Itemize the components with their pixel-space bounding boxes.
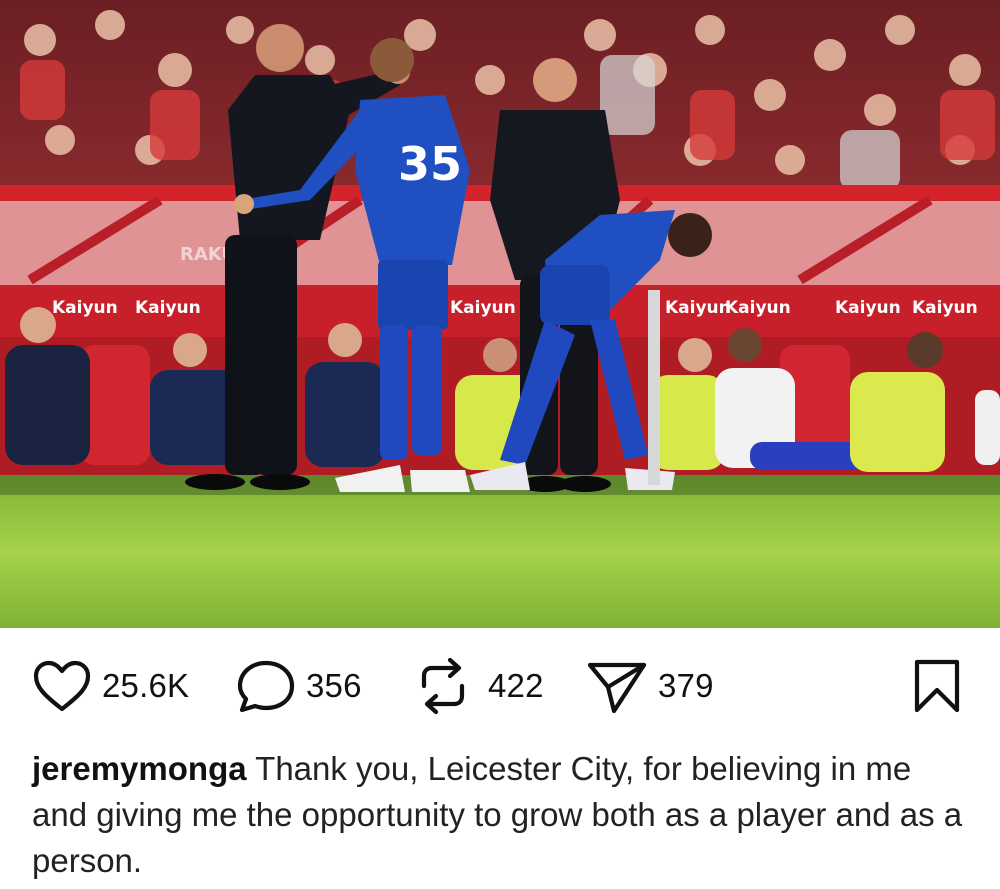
svg-text:Kaiyun: Kaiyun bbox=[725, 298, 791, 318]
share-count: 379 bbox=[658, 667, 714, 704]
pitch bbox=[0, 475, 1000, 628]
comment-count: 356 bbox=[306, 667, 362, 704]
save-action[interactable] bbox=[912, 658, 962, 714]
post-image[interactable]: RAKUTEN Kaiyun Kaiyun Kaiyun Kaiyun Kaiy… bbox=[0, 0, 1000, 628]
caption-username[interactable]: jeremymonga bbox=[32, 750, 247, 787]
repost-count: 422 bbox=[488, 667, 544, 704]
svg-text:Kaiyun: Kaiyun bbox=[665, 298, 731, 318]
svg-text:Kaiyun: Kaiyun bbox=[135, 298, 201, 318]
svg-text:Kaiyun: Kaiyun bbox=[52, 298, 118, 318]
heart-icon[interactable] bbox=[32, 659, 92, 713]
post-caption: jeremymonga Thank you, Leicester City, f… bbox=[32, 746, 972, 884]
like-action[interactable]: 25.6K bbox=[32, 658, 189, 714]
svg-text:Kaiyun: Kaiyun bbox=[835, 298, 901, 318]
comment-bubble-icon[interactable] bbox=[236, 657, 296, 715]
svg-text:Kaiyun: Kaiyun bbox=[912, 298, 978, 318]
repost-arrows-icon[interactable] bbox=[414, 656, 472, 716]
post-action-bar: 25.6K 356 422 379 bbox=[0, 628, 1000, 746]
send-paperplane-icon[interactable] bbox=[586, 657, 648, 715]
post-photo-illustration: RAKUTEN Kaiyun Kaiyun Kaiyun Kaiyun Kaiy… bbox=[0, 0, 1000, 628]
ad-board-logos: Kaiyun Kaiyun Kaiyun Kaiyun Kaiyun Kaiyu… bbox=[52, 298, 978, 318]
svg-text:35: 35 bbox=[398, 137, 462, 191]
bookmark-icon[interactable] bbox=[912, 658, 962, 714]
share-action[interactable]: 379 bbox=[586, 658, 714, 714]
svg-text:Kaiyun: Kaiyun bbox=[450, 298, 516, 318]
like-count: 25.6K bbox=[102, 667, 190, 704]
comment-action[interactable]: 356 bbox=[236, 658, 362, 714]
repost-action[interactable]: 422 bbox=[414, 656, 544, 716]
